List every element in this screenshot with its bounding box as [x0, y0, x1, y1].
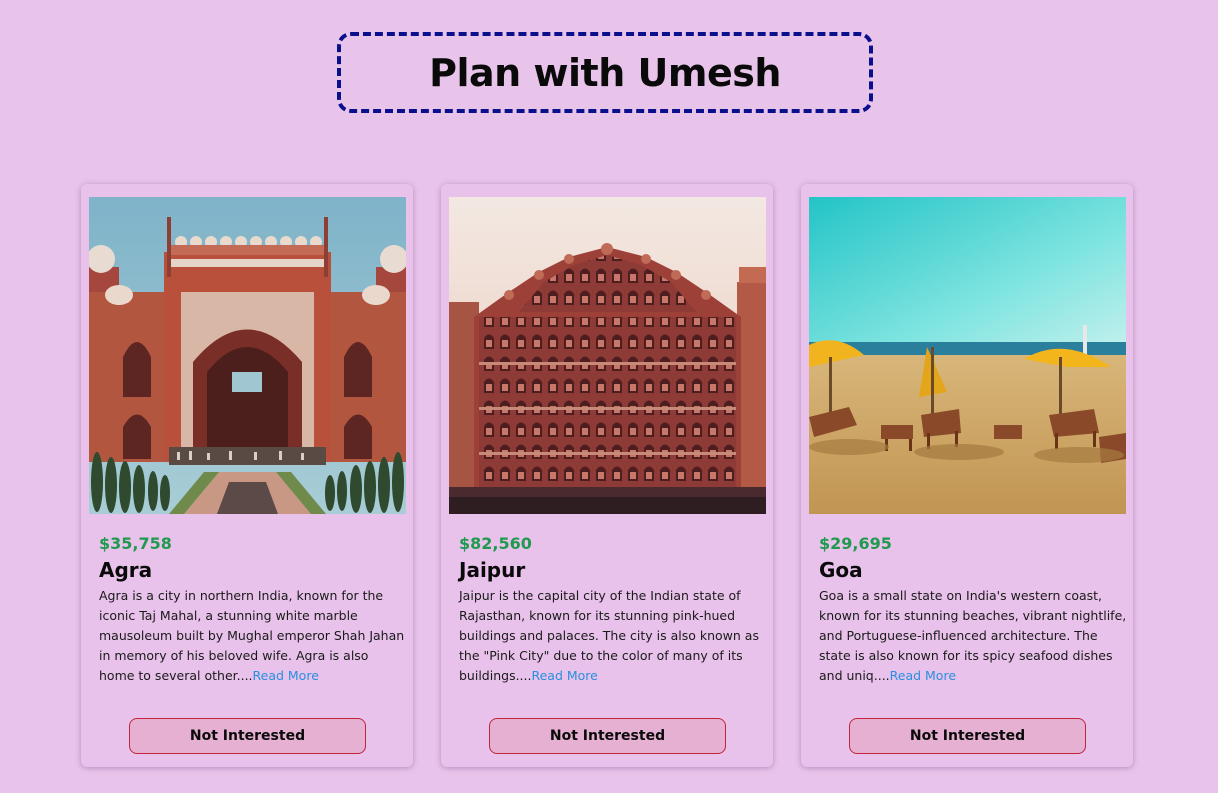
read-more-link[interactable]: Read More	[253, 668, 319, 683]
not-interested-button[interactable]: Not Interested	[129, 718, 366, 754]
destination-description: Jaipur is the capital city of the Indian…	[459, 586, 767, 686]
price: $82,560	[459, 534, 532, 553]
price: $29,695	[819, 534, 892, 553]
destination-description: Goa is a small state on India's western …	[819, 586, 1127, 686]
read-more-link[interactable]: Read More	[531, 668, 597, 683]
agra-image	[89, 197, 406, 514]
destination-description: Agra is a city in northern India, known …	[99, 586, 407, 686]
destination-name: Agra	[99, 558, 153, 582]
destination-card-goa: $29,695 Goa Goa is a small state on Indi…	[801, 184, 1133, 767]
not-interested-button[interactable]: Not Interested	[849, 718, 1086, 754]
destination-card-jaipur: $82,560 Jaipur Jaipur is the capital cit…	[441, 184, 773, 767]
price: $35,758	[99, 534, 172, 553]
goa-image	[809, 197, 1126, 514]
description-text: Jaipur is the capital city of the Indian…	[459, 588, 759, 683]
destination-card-agra: $35,758 Agra Agra is a city in northern …	[81, 184, 413, 767]
not-interested-button[interactable]: Not Interested	[489, 718, 726, 754]
description-text: Goa is a small state on India's western …	[819, 588, 1127, 683]
jaipur-image	[449, 197, 766, 514]
page-title: Plan with Umesh	[429, 50, 781, 95]
page-title-box: Plan with Umesh	[337, 32, 873, 113]
destination-name: Goa	[819, 558, 863, 582]
destination-name: Jaipur	[459, 558, 526, 582]
read-more-link[interactable]: Read More	[890, 668, 956, 683]
